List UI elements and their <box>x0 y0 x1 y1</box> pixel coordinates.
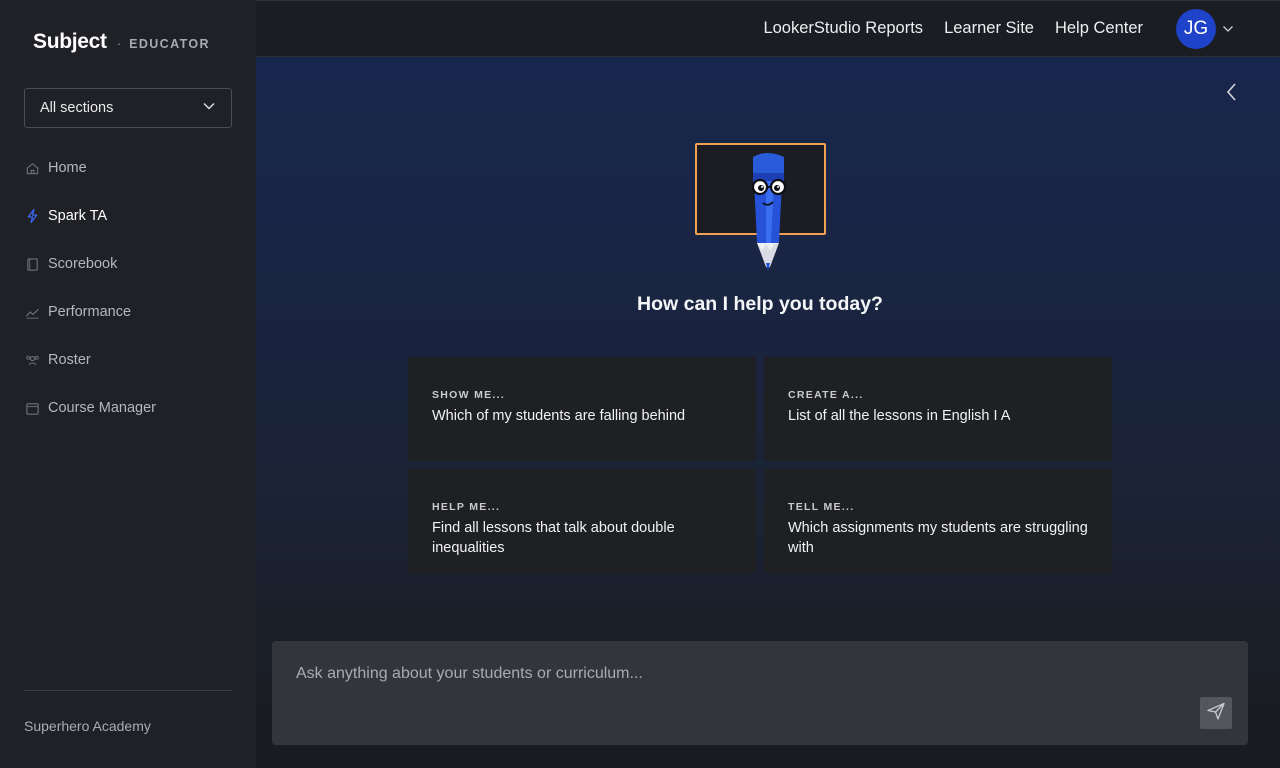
sidebar-nav: Home Spark TA Scorebook Performance Rost… <box>24 148 232 436</box>
chevron-down-icon <box>202 99 216 118</box>
sidebar-item-label: Home <box>48 160 87 176</box>
avatar[interactable]: JG <box>1176 9 1216 49</box>
send-icon <box>1206 701 1226 726</box>
sidebar-item-roster[interactable]: Roster <box>24 340 232 380</box>
brand[interactable]: Subject · EDUCATOR <box>33 30 210 54</box>
sidebar: Subject · EDUCATOR All sections Home Spa… <box>0 0 256 768</box>
suggestion-card[interactable]: SHOW ME... Which of my students are fall… <box>408 357 756 461</box>
section-select[interactable]: All sections <box>24 88 232 128</box>
sidebar-item-label: Spark TA <box>48 208 108 224</box>
lightning-icon <box>24 208 40 224</box>
send-button[interactable] <box>1200 697 1232 729</box>
chat-input[interactable] <box>296 661 1176 687</box>
chart-line-icon <box>24 304 40 320</box>
suggestion-prompt: List of all the lessons in English I A <box>788 408 1011 424</box>
sidebar-item-label: Performance <box>48 304 132 320</box>
suggestion-kicker: SHOW ME... <box>432 389 506 401</box>
home-icon <box>24 160 40 176</box>
sidebar-item-home[interactable]: Home <box>24 148 232 188</box>
sidebar-item-label: Scorebook <box>48 256 118 272</box>
calendar-icon <box>24 400 40 416</box>
suggestion-prompt: Find all lessons that talk about double … <box>432 520 675 556</box>
link-learner-site[interactable]: Learner Site <box>944 19 1034 38</box>
app-window: Subject · EDUCATOR All sections Home Spa… <box>0 0 1280 768</box>
sidebar-item-label: Roster <box>48 352 91 368</box>
sidebar-divider <box>24 690 232 691</box>
section-select-value: All sections <box>40 100 114 116</box>
link-help-center[interactable]: Help Center <box>1055 19 1143 38</box>
suggestion-card[interactable]: HELP ME... Find all lessons that talk ab… <box>408 469 756 573</box>
sidebar-item-performance[interactable]: Performance <box>24 292 232 332</box>
suggestion-kicker: CREATE A... <box>788 389 864 401</box>
sidebar-item-spark-ta[interactable]: Spark TA <box>24 196 232 236</box>
link-lookerstudio-reports[interactable]: LookerStudio Reports <box>763 19 923 38</box>
chat-composer <box>272 641 1248 745</box>
suggestion-kicker: HELP ME... <box>432 501 501 513</box>
top-links: LookerStudio Reports Learner Site Help C… <box>742 19 1143 38</box>
suggestion-card[interactable]: TELL ME... Which assignments my students… <box>764 469 1112 573</box>
suggestion-prompt: Which assignments my students are strugg… <box>788 520 1088 556</box>
main-panel: How can I help you today? SHOW ME... Whi… <box>256 57 1280 768</box>
suggestion-kicker: TELL ME... <box>788 501 855 513</box>
suggestion-prompt: Which of my students are falling behind <box>432 408 686 424</box>
book-icon <box>24 256 40 272</box>
sidebar-item-scorebook[interactable]: Scorebook <box>24 244 232 284</box>
pencil-mascot-icon <box>751 153 787 271</box>
brand-name: Subject <box>33 30 107 53</box>
chevron-down-icon[interactable] <box>1222 22 1234 40</box>
greeting-heading: How can I help you today? <box>637 293 883 315</box>
sidebar-item-course-manager[interactable]: Course Manager <box>24 388 232 428</box>
top-bar: LookerStudio Reports Learner Site Help C… <box>256 0 1280 57</box>
chevron-left-icon[interactable] <box>1222 81 1242 103</box>
brand-separator: · <box>116 36 122 51</box>
organization-name: Superhero Academy <box>24 718 151 734</box>
users-icon <box>24 352 40 368</box>
sidebar-item-label: Course Manager <box>48 400 156 416</box>
suggestion-card[interactable]: CREATE A... List of all the lessons in E… <box>764 357 1112 461</box>
brand-role: EDUCATOR <box>129 37 210 51</box>
